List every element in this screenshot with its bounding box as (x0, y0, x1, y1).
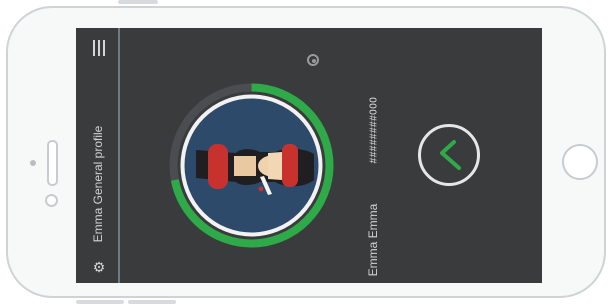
speaker-slot (47, 140, 58, 186)
page-title: Emma General profile (91, 125, 105, 243)
profile-id: ########000 (368, 96, 380, 164)
confirm-button[interactable] (418, 124, 480, 186)
app-screen: Emma General profile ⚙ ########000 Emma … (76, 28, 542, 283)
gear-icon[interactable]: ⚙ (92, 260, 106, 274)
home-button[interactable] (562, 144, 598, 180)
front-camera-icon (30, 160, 36, 166)
check-icon (440, 140, 461, 170)
profile-name: Emma Emma (366, 203, 380, 277)
edit-dot-icon[interactable] (307, 54, 319, 66)
volume-down-button (128, 300, 176, 304)
sensor-icon (45, 194, 58, 207)
power-button (118, 0, 158, 4)
sidebar: Emma General profile ⚙ (76, 28, 120, 283)
volume-up-button (76, 300, 124, 304)
avatar[interactable] (164, 78, 339, 253)
hamburger-icon[interactable] (93, 40, 105, 56)
